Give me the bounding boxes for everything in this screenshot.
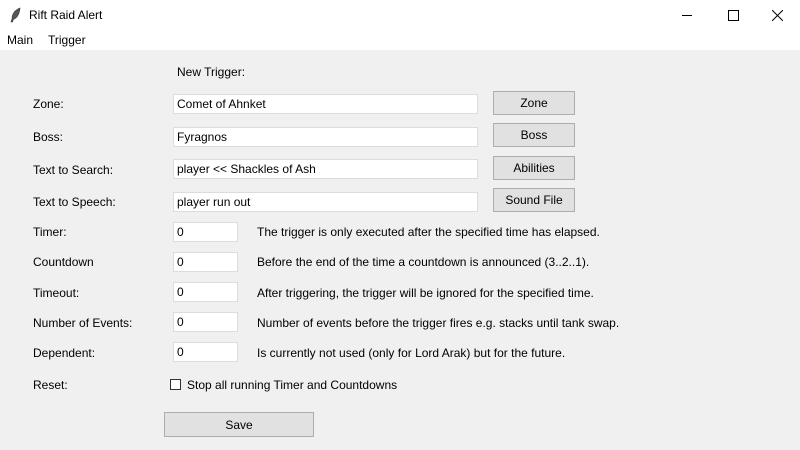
dependent-input[interactable]	[173, 342, 238, 362]
timeout-description: After triggering, the trigger will be ig…	[257, 286, 594, 300]
close-icon	[772, 10, 783, 21]
countdown-label: Countdown	[33, 255, 94, 269]
menu-trigger[interactable]: Trigger	[48, 33, 86, 47]
number-of-events-description: Number of events before the trigger fire…	[257, 316, 620, 330]
text-to-search-label: Text to Search:	[33, 163, 114, 177]
dependent-label: Dependent:	[33, 346, 96, 360]
timer-description: The trigger is only executed after the s…	[257, 225, 600, 239]
maximize-button[interactable]	[710, 0, 756, 30]
form-heading: New Trigger:	[177, 65, 246, 79]
title-bar: Rift Raid Alert	[0, 0, 800, 30]
menu-bar: Main Trigger	[0, 30, 800, 50]
reset-checkbox[interactable]	[170, 379, 181, 390]
window-title: Rift Raid Alert	[29, 8, 103, 22]
timer-label: Timer:	[33, 225, 67, 239]
text-to-speech-input[interactable]	[173, 192, 478, 212]
menu-main[interactable]: Main	[7, 33, 33, 47]
boss-button[interactable]: Boss	[493, 123, 575, 147]
countdown-input[interactable]	[173, 252, 238, 272]
dependent-description: Is currently not used (only for Lord Ara…	[257, 346, 566, 360]
zone-button[interactable]: Zone	[493, 91, 575, 115]
maximize-icon	[728, 10, 739, 21]
minimize-button[interactable]	[664, 0, 710, 30]
number-of-events-input[interactable]	[173, 312, 238, 332]
sound-file-button[interactable]: Sound File	[493, 188, 575, 212]
boss-input[interactable]	[173, 127, 478, 147]
zone-label: Zone:	[33, 97, 64, 111]
timeout-label: Timeout:	[33, 286, 80, 300]
boss-label: Boss:	[33, 130, 64, 144]
reset-checkbox-label[interactable]: Stop all running Timer and Countdowns	[187, 378, 397, 392]
zone-input[interactable]	[173, 94, 478, 114]
countdown-description: Before the end of the time a countdown i…	[257, 255, 590, 269]
save-button[interactable]: Save	[164, 412, 314, 437]
reset-label: Reset:	[33, 378, 68, 392]
feather-icon	[10, 7, 21, 23]
abilities-button[interactable]: Abilities	[493, 156, 575, 180]
minimize-icon	[682, 15, 692, 16]
number-of-events-label: Number of Events:	[33, 316, 133, 330]
text-to-search-input[interactable]	[173, 159, 478, 179]
text-to-speech-label: Text to Speech:	[33, 195, 116, 209]
timeout-input[interactable]	[173, 282, 238, 302]
close-button[interactable]	[754, 0, 800, 30]
timer-input[interactable]	[173, 222, 238, 242]
